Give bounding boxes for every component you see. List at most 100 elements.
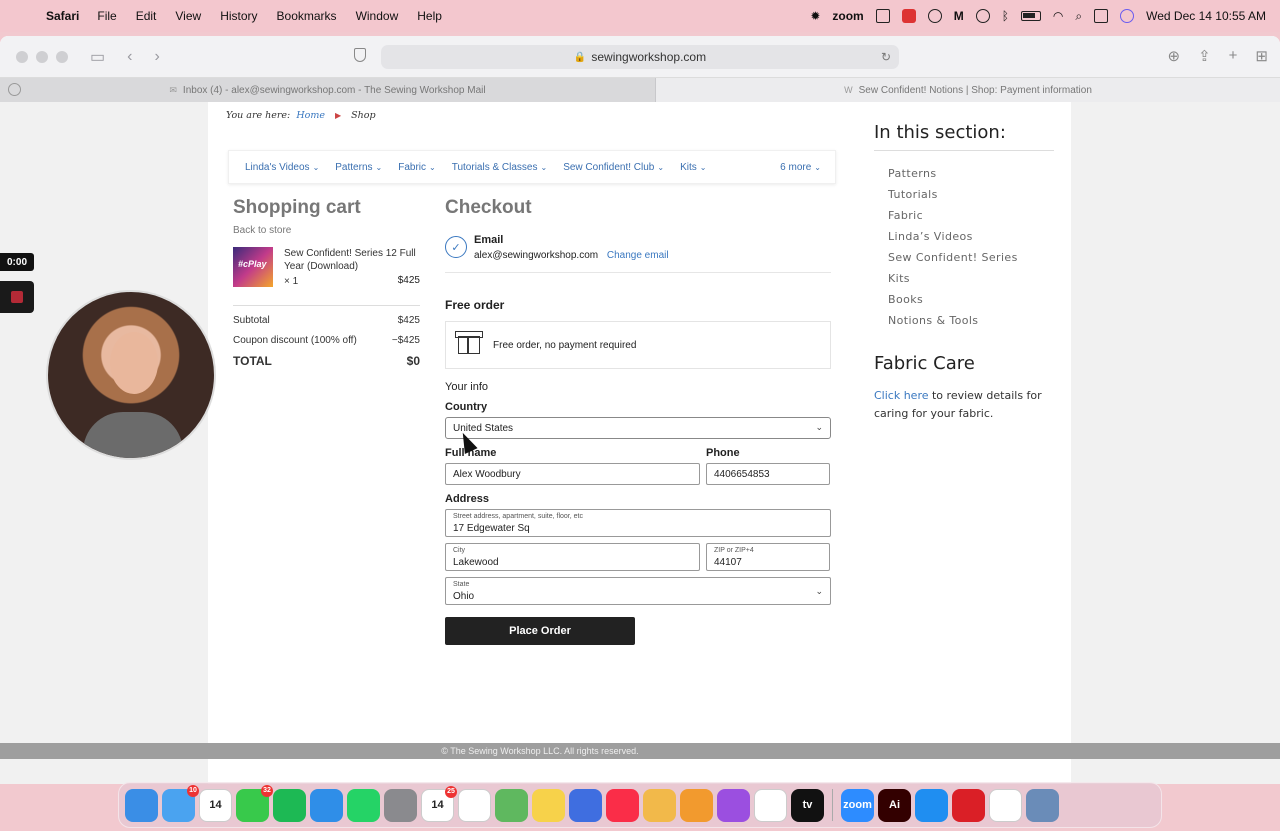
privacy-shield-icon[interactable] (354, 48, 366, 62)
dock-flower-icon[interactable] (569, 788, 602, 822)
tab-close-icon[interactable] (8, 83, 21, 96)
dock-reminders-icon[interactable] (458, 788, 491, 822)
country-select[interactable]: United States ⌄ (445, 417, 831, 439)
fabric-care-link[interactable]: Click here (874, 389, 929, 402)
dock-slack-icon[interactable] (754, 788, 787, 822)
sidebar-item-lindas-videos[interactable]: Linda’s Videos (888, 230, 1054, 243)
tab-title: Sew Confident! Notions | Shop: Payment i… (858, 84, 1092, 96)
product-thumbnail[interactable]: #cPlay (233, 247, 273, 287)
dock-pages-icon[interactable] (680, 788, 713, 822)
dock-apple-tv-icon[interactable]: tv (791, 788, 824, 822)
stop-recording-button[interactable] (0, 281, 34, 313)
dock-creative-cloud-icon[interactable] (952, 788, 985, 822)
place-order-button[interactable]: Place Order (445, 617, 635, 645)
battery-icon[interactable] (1020, 11, 1041, 21)
menu-history[interactable]: History (220, 9, 257, 23)
bluetooth-icon[interactable]: ᛒ (1002, 9, 1009, 23)
checkout-form: Checkout ✓ Email alex@sewingworkshop.com… (445, 197, 831, 645)
phone-input[interactable]: 4406654853 (706, 463, 830, 485)
dock-chrome-icon[interactable] (989, 788, 1022, 822)
dock-whatsapp-icon[interactable] (347, 788, 380, 822)
city-input[interactable]: City Lakewood (445, 543, 700, 571)
breadcrumb-home-link[interactable]: Home (296, 110, 325, 121)
wifi-icon[interactable]: ◠ (1053, 9, 1063, 23)
nav-lindas-videos[interactable]: Linda's Videos ⌄ (245, 162, 319, 173)
dropbox-icon[interactable] (901, 9, 916, 23)
zip-input[interactable]: ZIP or ZIP+4 44107 (706, 543, 830, 571)
dock-app-store-icon[interactable] (915, 788, 948, 822)
menu-bookmarks[interactable]: Bookmarks (277, 9, 337, 23)
menu-help[interactable]: Help (417, 9, 442, 23)
reload-icon[interactable]: ↻ (881, 50, 891, 64)
sidebar-item-sew-confident-series[interactable]: Sew Confident! Series (888, 251, 1054, 264)
dock-maps-icon[interactable] (495, 788, 528, 822)
sidebar-toggle-icon[interactable]: ▭ (90, 47, 105, 67)
nav-patterns[interactable]: Patterns ⌄ (335, 162, 382, 173)
dock: 10 14 32 14 25 tv zoom Ai (118, 782, 1162, 828)
play-icon[interactable] (975, 9, 990, 23)
shopping-cart: Shopping cart Back to store #cPlay Sew C… (233, 197, 420, 368)
webcam-person-face (110, 332, 158, 394)
fullname-input[interactable]: Alex Woodbury (445, 463, 700, 485)
dock-podcasts-icon[interactable] (717, 788, 750, 822)
dock-mail-icon[interactable]: 10 (162, 784, 199, 822)
webcam-overlay[interactable] (46, 290, 216, 460)
state-select[interactable]: State Ohio ⌄ (445, 577, 831, 605)
control-center-icon[interactable] (1094, 9, 1109, 23)
clock[interactable]: Wed Dec 14 10:55 AM (1146, 9, 1266, 23)
dock-notes-icon[interactable] (532, 788, 565, 822)
sidebar-item-notions-tools[interactable]: Notions & Tools (888, 314, 1054, 327)
app-menu[interactable]: Safari (46, 9, 79, 23)
chevron-down-icon: ⌄ (815, 586, 823, 596)
sidebar-item-books[interactable]: Books (888, 293, 1054, 306)
street-address-input[interactable]: Street address, apartment, suite, floor,… (445, 509, 831, 537)
close-window-button[interactable] (16, 50, 28, 63)
tab-shop[interactable]: W Sew Confident! Notions | Shop: Payment… (656, 78, 1280, 102)
address-bar[interactable]: 🔒 sewingworkshop.com ↻ (381, 45, 899, 69)
menu-view[interactable]: View (175, 9, 201, 23)
dock-calendar-icon[interactable]: 14 (199, 788, 232, 822)
sidebar-item-kits[interactable]: Kits (888, 272, 1054, 285)
downloads-icon[interactable]: ⊕ (1168, 47, 1181, 65)
menu-edit[interactable]: Edit (136, 9, 157, 23)
forward-icon[interactable]: › (154, 48, 159, 66)
nav-tutorials-classes[interactable]: Tutorials & Classes ⌄ (452, 162, 547, 173)
notification-badge: 25 (445, 785, 457, 798)
menu-file[interactable]: File (97, 9, 116, 23)
dock-system-settings-icon[interactable] (384, 788, 417, 822)
nav-fabric[interactable]: Fabric ⌄ (398, 162, 436, 173)
nav-sew-confident-club[interactable]: Sew Confident! Club ⌄ (563, 162, 664, 173)
menu-window[interactable]: Window (356, 9, 399, 23)
dock-photos-icon[interactable] (643, 788, 676, 822)
dock-music-icon[interactable] (606, 788, 639, 822)
dock-preview-icon[interactable] (1026, 788, 1059, 822)
sidebar-item-patterns[interactable]: Patterns (888, 167, 1054, 180)
search-icon[interactable]: ⌕ (1075, 9, 1082, 24)
dock-zoom-icon[interactable]: zoom (841, 788, 874, 822)
nav-kits[interactable]: Kits ⌄ (680, 162, 706, 173)
dock-illustrator-icon[interactable]: Ai (878, 788, 911, 822)
dock-spotify-icon[interactable] (273, 788, 306, 822)
minimize-window-button[interactable] (36, 50, 48, 63)
dock-calendar-2-icon[interactable]: 14 25 (421, 785, 457, 822)
change-email-link[interactable]: Change email (607, 250, 669, 261)
dock-finder-icon[interactable] (125, 788, 158, 822)
nav-more[interactable]: 6 more ⌄ (780, 162, 821, 173)
back-to-store-link[interactable]: Back to store (233, 225, 420, 236)
tab-overview-icon[interactable]: ⊞ (1255, 47, 1268, 65)
brightness-icon[interactable]: ✹ (810, 9, 820, 23)
dock-messages-icon[interactable]: 32 (236, 784, 273, 822)
siri-icon[interactable] (1120, 9, 1135, 23)
tab-mail[interactable]: ✉ Inbox (4) - alex@sewingworkshop.com - … (0, 78, 656, 102)
sidebar-item-fabric[interactable]: Fabric (888, 209, 1054, 222)
m-app-icon[interactable]: M (954, 9, 964, 23)
sidebar-item-tutorials[interactable]: Tutorials (888, 188, 1054, 201)
zoom-window-button[interactable] (56, 50, 68, 63)
dock-safari-icon[interactable] (310, 788, 343, 822)
back-icon[interactable]: ‹ (127, 48, 132, 66)
calendar-status-icon[interactable] (875, 9, 890, 23)
share-icon[interactable]: ⇪ (1198, 47, 1211, 65)
new-tab-icon[interactable]: + (1229, 47, 1238, 65)
creative-cloud-icon[interactable] (927, 9, 942, 23)
zoom-status[interactable]: zoom (832, 9, 863, 23)
